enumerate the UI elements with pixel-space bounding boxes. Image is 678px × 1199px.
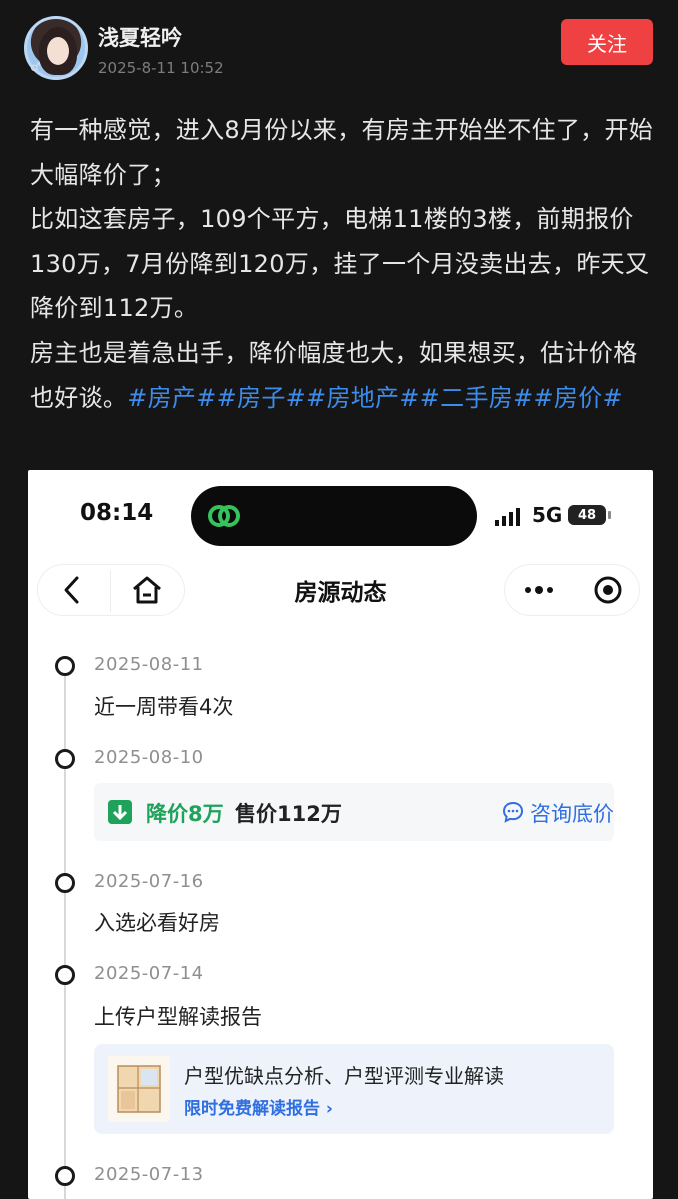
- more-icon[interactable]: [523, 578, 555, 602]
- timeline-dot: [55, 965, 75, 985]
- floorplan-report-card[interactable]: 户型优缺点分析、户型评测专业解读 限时免费解读报告 ›: [94, 1044, 614, 1134]
- timeline-dot: [55, 749, 75, 769]
- status-bar-time: 08:14: [80, 500, 154, 526]
- sale-price: 售价112万: [235, 802, 342, 826]
- consult-price-link[interactable]: 咨询底价: [530, 798, 614, 828]
- post-body: 有一种感觉，进入8月份以来，有房主开始坐不住了，开始大幅降价了； 比如这套房子，…: [30, 108, 655, 420]
- close-miniapp-icon[interactable]: [592, 574, 624, 606]
- wechat-link-icon: [208, 505, 240, 527]
- report-title: 户型优缺点分析、户型评测专业解读: [184, 1064, 504, 1088]
- hashtag-link[interactable]: #房子#: [217, 384, 306, 412]
- follow-button[interactable]: 关注: [561, 19, 653, 65]
- timeline-date: 2025-07-13: [94, 1164, 204, 1185]
- username[interactable]: 浅夏轻吟: [98, 22, 182, 52]
- floorplan-thumbnail: [108, 1056, 170, 1122]
- post-timestamp: 2025-8-11 10:52: [98, 59, 224, 77]
- network-type: 5G: [532, 503, 563, 527]
- timeline-dot: [55, 873, 75, 893]
- hashtag-link[interactable]: #房价#: [533, 384, 622, 412]
- post-paragraph-with-tags: 房主也是着急出手，降价幅度也大，如果想买，估计价格也好谈。#房产##房子##房地…: [30, 331, 655, 420]
- timeline-date: 2025-07-16: [94, 871, 204, 892]
- hashtag-link[interactable]: #房产#: [127, 384, 216, 412]
- timeline-event: 上传户型解读报告: [94, 1005, 262, 1029]
- chat-bubble-icon[interactable]: [502, 801, 524, 823]
- free-report-link[interactable]: 限时免费解读报告 ›: [184, 1094, 333, 1119]
- timeline-dot: [55, 1166, 75, 1186]
- battery-icon: 48: [568, 505, 606, 525]
- price-drop-amount: 降价8万: [146, 802, 224, 826]
- timeline-date: 2025-08-10: [94, 747, 204, 768]
- gender-badge-icon: ♂: [30, 60, 41, 74]
- timeline-event: 近一周带看4次: [94, 695, 234, 719]
- battery-tip: [608, 511, 611, 519]
- price-change-card[interactable]: 降价8万 售价112万 咨询底价: [94, 783, 614, 841]
- avatar-face: [47, 37, 69, 65]
- post-paragraph: 比如这套房子，109个平方，电梯11楼的3楼，前期报价130万，7月份降到120…: [30, 205, 650, 323]
- timeline-line: [64, 668, 66, 1199]
- timeline-event: 入选必看好房: [94, 911, 220, 935]
- post-paragraph: 有一种感觉，进入8月份以来，有房主开始坐不住了，开始大幅降价了；: [30, 116, 654, 189]
- timeline-dot: [55, 656, 75, 676]
- hashtag-link[interactable]: #房地产#: [306, 384, 420, 412]
- timeline-date: 2025-08-11: [94, 654, 204, 675]
- cellular-signal-icon: [495, 508, 520, 526]
- hashtag-link[interactable]: #二手房#: [420, 384, 534, 412]
- price-down-icon: [108, 800, 132, 824]
- attached-screenshot[interactable]: 08:14 5G 48 房源动态 2025-08-11 近一周带看4次 2025…: [28, 470, 653, 1199]
- dynamic-island: [191, 486, 477, 546]
- timeline-date: 2025-07-14: [94, 963, 204, 984]
- post-header: ♂ 浅夏轻吟 2025-8-11 10:52 关注: [0, 0, 678, 100]
